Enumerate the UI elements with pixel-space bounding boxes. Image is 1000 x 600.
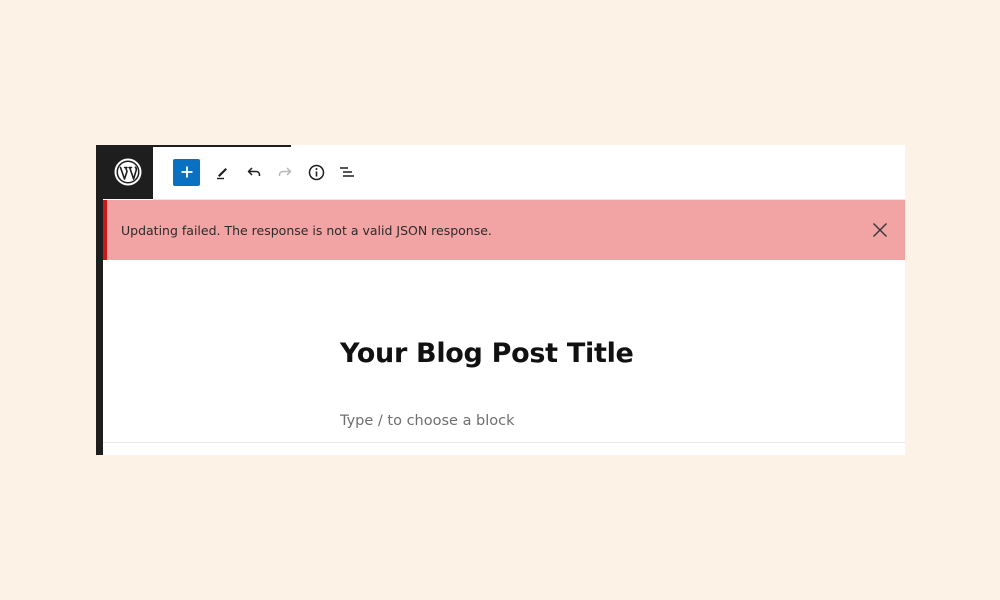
undo-icon [247,167,261,176]
info-icon [308,164,324,180]
page-background: Updating failed. The response is not a v… [0,0,1000,600]
wordpress-logo-icon [114,158,142,186]
block-editor-window: Updating failed. The response is not a v… [96,145,905,455]
redo-icon [278,167,292,176]
dismiss-notice-button[interactable] [871,221,889,239]
wordpress-logo-button[interactable] [103,145,153,199]
undo-button[interactable] [239,157,269,187]
default-block-appender[interactable]: Type / to choose a block [340,413,515,429]
list-view-button[interactable] [332,157,362,187]
error-notice-message: Updating failed. The response is not a v… [121,222,492,238]
close-icon [872,222,888,238]
details-button[interactable] [301,157,331,187]
admin-sidebar-edge [96,145,103,455]
editor-toolbar [153,145,905,200]
error-notice: Updating failed. The response is not a v… [103,200,905,260]
divider [103,442,905,443]
redo-button[interactable] [270,157,300,187]
pencil-icon [217,168,227,180]
tools-button[interactable] [208,157,238,187]
post-title[interactable]: Your Blog Post Title [340,338,634,369]
plus-icon [181,166,192,178]
add-block-button[interactable] [173,158,200,186]
list-view-icon [340,167,354,177]
